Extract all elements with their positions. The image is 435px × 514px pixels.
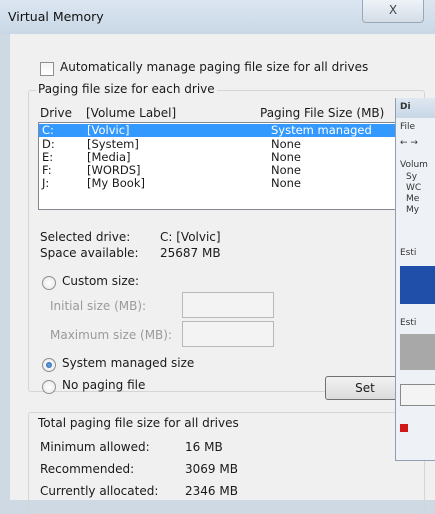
virtual-memory-dialog: Automatically manage paging file size fo… [10, 34, 435, 514]
no-paging-label[interactable]: No paging file [62, 378, 145, 392]
background-list-item: Sy [406, 172, 418, 182]
set-button-label: Set [355, 381, 375, 395]
drive-row-j[interactable]: J: [My Book] None [39, 177, 399, 190]
background-estimate-label: Esti [400, 248, 417, 258]
background-estimate-label: Esti [400, 318, 417, 328]
space-available-label: Space available: [40, 246, 139, 260]
background-list-item: Me [406, 194, 420, 204]
selected-drive-value: C: [Volvic] [160, 230, 221, 244]
drive-list[interactable]: C: [Volvic] System managed D: [System] N… [38, 122, 400, 210]
column-header-paging-size: Paging File Size (MB) [260, 106, 385, 120]
recommended-label: Recommended: [40, 462, 135, 476]
set-button[interactable]: Set [325, 376, 405, 400]
background-nav-arrows: ← → [400, 138, 418, 148]
recommended-value: 3069 MB [185, 462, 238, 476]
background-list-header: Volum [400, 160, 428, 170]
paging-group-title: Paging file size for each drive [36, 82, 217, 96]
drive-paging-size: System managed [271, 123, 372, 137]
drive-paging-size: None [271, 176, 302, 190]
close-button[interactable]: X [362, 0, 424, 23]
title-bar: Virtual Memory X [0, 0, 435, 34]
drive-row-c[interactable]: C: [Volvic] System managed [39, 124, 399, 137]
auto-manage-checkbox[interactable] [40, 62, 54, 76]
background-button [400, 384, 435, 406]
auto-manage-label[interactable]: Automatically manage paging file size fo… [60, 60, 368, 74]
drive-volume-label: [My Book] [87, 176, 145, 190]
system-managed-label[interactable]: System managed size [62, 356, 194, 370]
background-window-title: Di [400, 102, 411, 112]
initial-size-label: Initial size (MB): [50, 299, 147, 313]
column-header-drive: Drive [40, 106, 72, 120]
system-managed-radio[interactable] [42, 358, 56, 372]
drive-volume-label: [Volvic] [87, 123, 130, 137]
background-red-marker [400, 424, 408, 432]
maximum-size-label: Maximum size (MB): [50, 328, 173, 342]
no-paging-radio[interactable] [42, 380, 56, 394]
background-blue-block [400, 266, 435, 304]
background-list-item: WC [406, 183, 422, 193]
custom-size-label[interactable]: Custom size: [62, 274, 139, 288]
background-menu-file: File [400, 122, 416, 132]
background-disk-window: Di File ← → Volum Sy WC Me My Esti Esti [395, 98, 435, 461]
total-group-title: Total paging file size for all drives [36, 416, 241, 430]
selected-drive-label: Selected drive: [40, 230, 131, 244]
minimum-allowed-label: Minimum allowed: [40, 440, 150, 454]
maximum-size-input[interactable] [182, 321, 274, 347]
background-window-titlebar: Di [396, 98, 435, 118]
currently-allocated-label: Currently allocated: [40, 484, 159, 498]
custom-size-radio[interactable] [42, 276, 56, 290]
drive-letter: C: [42, 123, 54, 137]
close-icon: X [388, 3, 398, 17]
background-gray-block [400, 334, 435, 370]
drive-letter: J: [42, 176, 50, 190]
background-list-item: My [406, 205, 420, 215]
currently-allocated-value: 2346 MB [185, 484, 238, 498]
space-available-value: 25687 MB [160, 246, 221, 260]
window-title: Virtual Memory [8, 9, 104, 24]
minimum-allowed-value: 16 MB [185, 440, 223, 454]
initial-size-input[interactable] [182, 292, 274, 318]
column-header-volume-label: [Volume Label] [86, 106, 177, 120]
